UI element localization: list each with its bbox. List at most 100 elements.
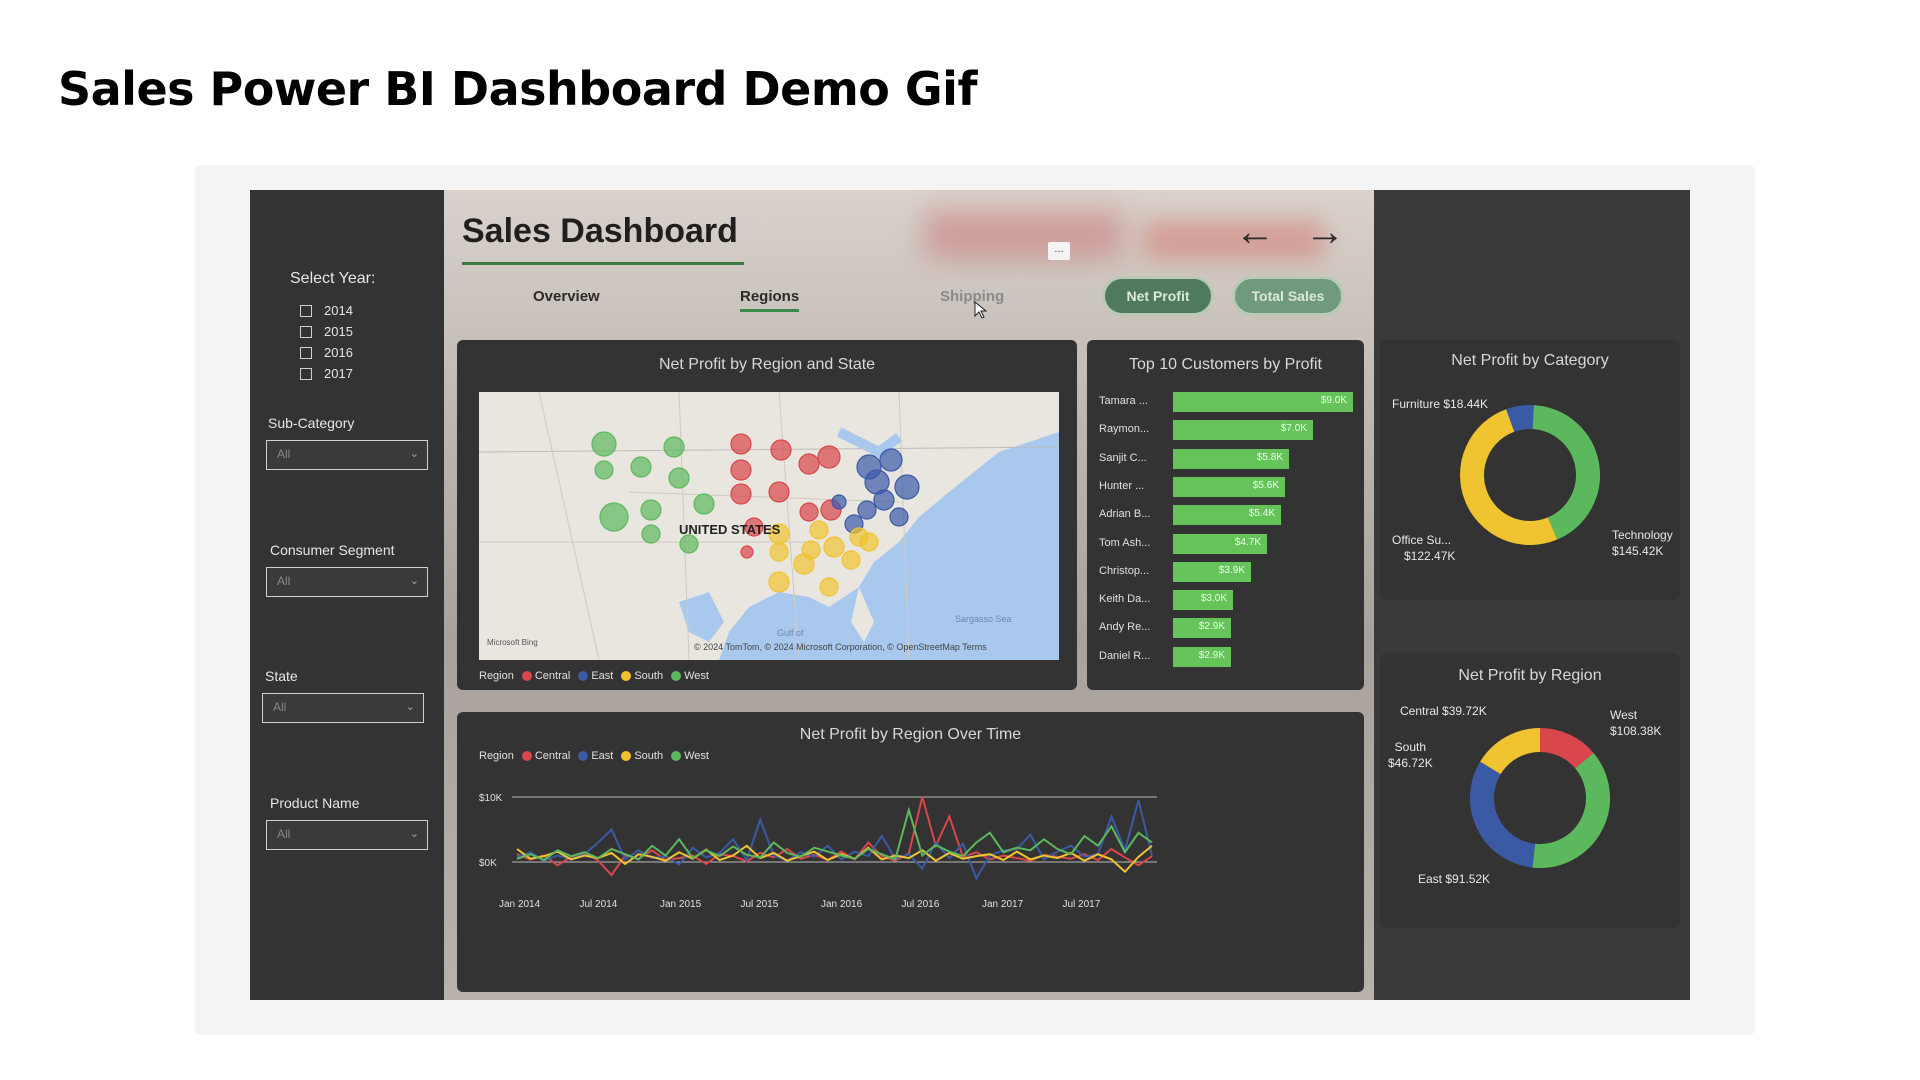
- customer-bar[interactable]: $4.7K: [1173, 533, 1267, 554]
- map-bubble[interactable]: [823, 536, 845, 558]
- map-bubble[interactable]: [740, 545, 754, 559]
- year-option-2015[interactable]: 2015: [300, 321, 353, 342]
- customer-bar-row[interactable]: Tom Ash... $4.7K: [1099, 533, 1359, 554]
- customer-bar-row[interactable]: Sanjit C... $5.8K: [1099, 448, 1359, 469]
- donut-slice[interactable]: [1532, 405, 1600, 540]
- title-underline: [462, 262, 744, 265]
- us-map[interactable]: UNITED STATES Sargasso Sea Gulf of Micro…: [479, 392, 1059, 660]
- map-bubble[interactable]: [768, 481, 790, 503]
- customer-name-label: Raymon...: [1099, 423, 1150, 436]
- customer-bar[interactable]: $7.0K: [1173, 420, 1313, 441]
- customer-bar[interactable]: $5.6K: [1173, 476, 1285, 497]
- customer-bar[interactable]: $2.9K: [1173, 646, 1231, 667]
- map-bubble[interactable]: [809, 520, 829, 540]
- map-bubble[interactable]: [841, 550, 861, 570]
- line-chart-plot[interactable]: $10K $0K Jan 2014 Jul 2014 Jan 2015 Jul 2015 J…: [457, 712, 1364, 992]
- state-dropdown[interactable]: All ⌄: [262, 693, 424, 723]
- map-bubble[interactable]: [793, 553, 815, 575]
- map-bubble[interactable]: [641, 524, 661, 544]
- map-bubble[interactable]: [769, 542, 789, 562]
- year-option-2016[interactable]: 2016: [300, 342, 353, 363]
- map-bubble[interactable]: [730, 483, 752, 505]
- customer-bar[interactable]: $5.8K: [1173, 448, 1289, 469]
- map-bubble[interactable]: [591, 431, 617, 457]
- customer-bar-row[interactable]: Daniel R... $2.9K: [1099, 646, 1359, 667]
- map-bubble[interactable]: [730, 459, 752, 481]
- customer-bar-row[interactable]: Hunter ... $5.6K: [1099, 476, 1359, 497]
- map-bubble[interactable]: [859, 532, 879, 552]
- forward-arrow-icon[interactable]: →: [1305, 210, 1345, 255]
- map-legend: Region Central East South West: [479, 670, 709, 682]
- map-bubble[interactable]: [857, 500, 877, 520]
- map-bubble[interactable]: [819, 577, 839, 597]
- customer-bar-row[interactable]: Adrian B... $5.4K: [1099, 505, 1359, 526]
- map-bubble[interactable]: [798, 453, 820, 475]
- customer-bar-row[interactable]: Keith Da... $3.0K: [1099, 590, 1359, 611]
- power-bi-dashboard: Select Year: 2014 2015 2016 2017 Sub-Cat…: [250, 190, 1690, 1000]
- product-name-dropdown[interactable]: All ⌄: [266, 820, 428, 850]
- customer-bar[interactable]: $2.9K: [1173, 618, 1231, 639]
- map-bubble[interactable]: [894, 474, 920, 500]
- tab-regions[interactable]: Regions: [740, 288, 800, 312]
- map-bubble[interactable]: [599, 502, 629, 532]
- region-donut-chart[interactable]: [1460, 718, 1620, 878]
- customer-bar-row[interactable]: Christop... $3.9K: [1099, 561, 1359, 582]
- consumer-segment-dropdown[interactable]: All ⌄: [266, 567, 428, 597]
- customer-bar[interactable]: $3.0K: [1173, 590, 1233, 611]
- x-tick-label: Jan 2014: [499, 899, 541, 910]
- customer-bar-row[interactable]: Tamara ... $9.0K: [1099, 392, 1359, 412]
- donut-slice[interactable]: [1460, 409, 1558, 545]
- customer-bar-row[interactable]: Andy Re... $2.9K: [1099, 618, 1359, 639]
- x-tick-label: Jan 2017: [982, 899, 1024, 910]
- map-bubble[interactable]: [663, 436, 685, 458]
- net-profit-button[interactable]: Net Profit: [1102, 276, 1214, 316]
- back-arrow-icon[interactable]: ←: [1235, 210, 1275, 255]
- map-bubble[interactable]: [768, 571, 790, 593]
- donut-slice[interactable]: [1539, 728, 1594, 769]
- map-card: Net Profit by Region and State UNITED ST…: [457, 340, 1077, 690]
- series-line-central[interactable]: [516, 796, 1153, 877]
- furniture-label: Furniture $18.44K: [1392, 397, 1489, 411]
- map-bubble[interactable]: [679, 534, 699, 554]
- checkbox-icon[interactable]: [300, 346, 312, 359]
- year-option-2017[interactable]: 2017: [300, 363, 353, 384]
- tab-overview[interactable]: Overview: [533, 288, 600, 305]
- year-option-2014[interactable]: 2014: [300, 300, 353, 321]
- map-bubble[interactable]: [693, 493, 715, 515]
- more-options-icon[interactable]: ...: [1048, 242, 1070, 260]
- map-bubble[interactable]: [770, 439, 792, 461]
- map-bubble[interactable]: [889, 507, 909, 527]
- technology-label: Technology $145.42K: [1612, 528, 1673, 558]
- series-line-east[interactable]: [516, 799, 1153, 881]
- checkbox-icon[interactable]: [300, 325, 312, 338]
- total-sales-button[interactable]: Total Sales: [1232, 276, 1344, 316]
- map-bubble[interactable]: [799, 502, 819, 522]
- map-bubble[interactable]: [594, 460, 614, 480]
- customer-bar[interactable]: $3.9K: [1173, 561, 1251, 582]
- office-supplies-label: Office Su... $122.47K: [1392, 533, 1456, 563]
- map-bubble[interactable]: [879, 448, 903, 472]
- customer-bar[interactable]: $5.4K: [1173, 505, 1281, 526]
- map-bubble[interactable]: [630, 456, 652, 478]
- central-label: Central $39.72K: [1400, 704, 1487, 718]
- map-bubble[interactable]: [864, 469, 890, 495]
- donut-slice[interactable]: [1470, 761, 1536, 868]
- donut-slice[interactable]: [1506, 405, 1534, 432]
- donut-slice[interactable]: [1480, 728, 1541, 775]
- cursor-icon: [974, 300, 988, 319]
- customer-name-label: Hunter ...: [1099, 479, 1145, 492]
- checkbox-icon[interactable]: [300, 304, 312, 317]
- map-bubble[interactable]: [640, 499, 662, 521]
- customer-bar-row[interactable]: Raymon... $7.0K: [1099, 420, 1359, 441]
- customer-value-label: $3.0K: [1200, 593, 1227, 605]
- map-bubble[interactable]: [668, 467, 690, 489]
- map-bubble[interactable]: [730, 433, 752, 455]
- checkbox-icon[interactable]: [300, 367, 312, 380]
- donut-slice[interactable]: [1532, 752, 1610, 868]
- customer-bar[interactable]: $9.0K: [1173, 392, 1353, 412]
- category-donut-chart[interactable]: [1450, 395, 1610, 555]
- sub-category-dropdown[interactable]: All ⌄: [266, 440, 428, 470]
- customer-value-label: $4.7K: [1234, 536, 1261, 548]
- map-bubble[interactable]: [817, 445, 841, 469]
- map-bubble[interactable]: [831, 494, 847, 510]
